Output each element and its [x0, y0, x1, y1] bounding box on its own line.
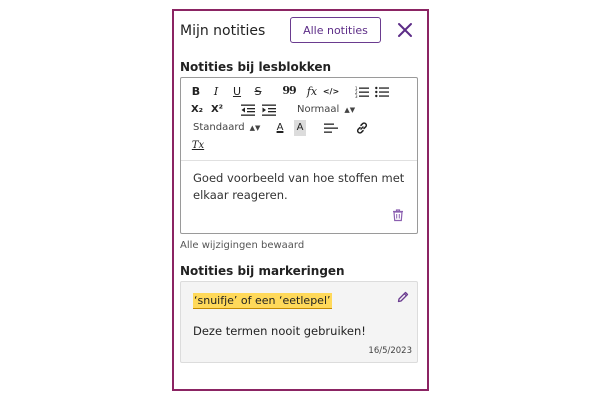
lesson-note-text[interactable]: Goed voorbeeld van hoe stoffen met elkaa… [193, 170, 405, 204]
highlight-quote: ‘snuifje’ of een ‘eetlepel’ [193, 293, 332, 309]
font-color-button[interactable]: A [274, 120, 286, 136]
font-select[interactable]: Standaard ▲▼ [193, 120, 261, 136]
select-arrows-icon: ▲▼ [249, 124, 261, 132]
notes-panel: Mijn notities Alle notities Notities bij… [172, 9, 429, 391]
highlight-note-card[interactable]: ‘snuifje’ of een ‘eetlepel’ Deze termen … [180, 281, 418, 363]
trash-icon [393, 209, 403, 222]
lesson-notes-title: Notities bij lesblokken [180, 60, 332, 74]
link-icon [356, 122, 368, 134]
highlight-note-text: Deze termen nooit gebruiken! [193, 324, 366, 338]
pencil-icon [397, 291, 409, 303]
clear-format-button[interactable]: Tx [191, 138, 205, 154]
size-select[interactable]: Normaal ▲▼ [297, 102, 361, 118]
underline-button[interactable]: U [231, 84, 243, 100]
align-button[interactable] [324, 120, 338, 136]
bullet-list-icon [375, 86, 389, 98]
panel-header: Mijn notities Alle notities [180, 17, 427, 47]
close-button[interactable] [394, 19, 416, 41]
close-icon [398, 23, 412, 37]
font-select-value: Standaard [193, 122, 245, 133]
italic-button[interactable]: I [210, 84, 222, 100]
note-date: 16/5/2023 [368, 346, 412, 356]
highlight-notes-title: Notities bij markeringen [180, 264, 345, 278]
bold-button[interactable]: B [190, 84, 202, 100]
edit-note-button[interactable] [396, 290, 410, 304]
size-select-value: Normaal [297, 104, 340, 115]
rich-text-editor[interactable]: B I U S 99 fx </> 1 2 3 X₂ X² Normaal ▲▼… [180, 77, 418, 234]
background-color-button[interactable]: A [294, 120, 306, 136]
ordered-list-button[interactable]: 1 2 3 [355, 84, 369, 100]
indent-decrease-button[interactable] [241, 102, 255, 118]
superscript-button[interactable]: X² [210, 102, 224, 118]
quote-button[interactable]: 99 [282, 83, 296, 99]
ordered-list-icon: 1 2 3 [355, 86, 369, 98]
align-left-icon [324, 123, 338, 133]
select-arrows-icon: ▲▼ [344, 106, 356, 114]
formula-button[interactable]: fx [305, 84, 319, 100]
subscript-button[interactable]: X₂ [190, 102, 204, 118]
link-button[interactable] [355, 120, 369, 136]
code-button[interactable]: </> [323, 84, 339, 100]
indent-increase-button[interactable] [262, 102, 276, 118]
panel-title: Mijn notities [180, 23, 266, 39]
bullet-list-button[interactable] [375, 84, 389, 100]
all-notes-button[interactable]: Alle notities [290, 17, 381, 43]
strike-button[interactable]: S [252, 84, 264, 100]
svg-text:3: 3 [355, 94, 358, 98]
editor-toolbar: B I U S 99 fx </> 1 2 3 X₂ X² Normaal ▲▼… [181, 78, 417, 161]
indent-decrease-icon [241, 104, 255, 116]
save-status: Alle wijzigingen bewaard [180, 240, 305, 251]
delete-note-button[interactable] [391, 208, 405, 222]
indent-increase-icon [262, 104, 276, 116]
